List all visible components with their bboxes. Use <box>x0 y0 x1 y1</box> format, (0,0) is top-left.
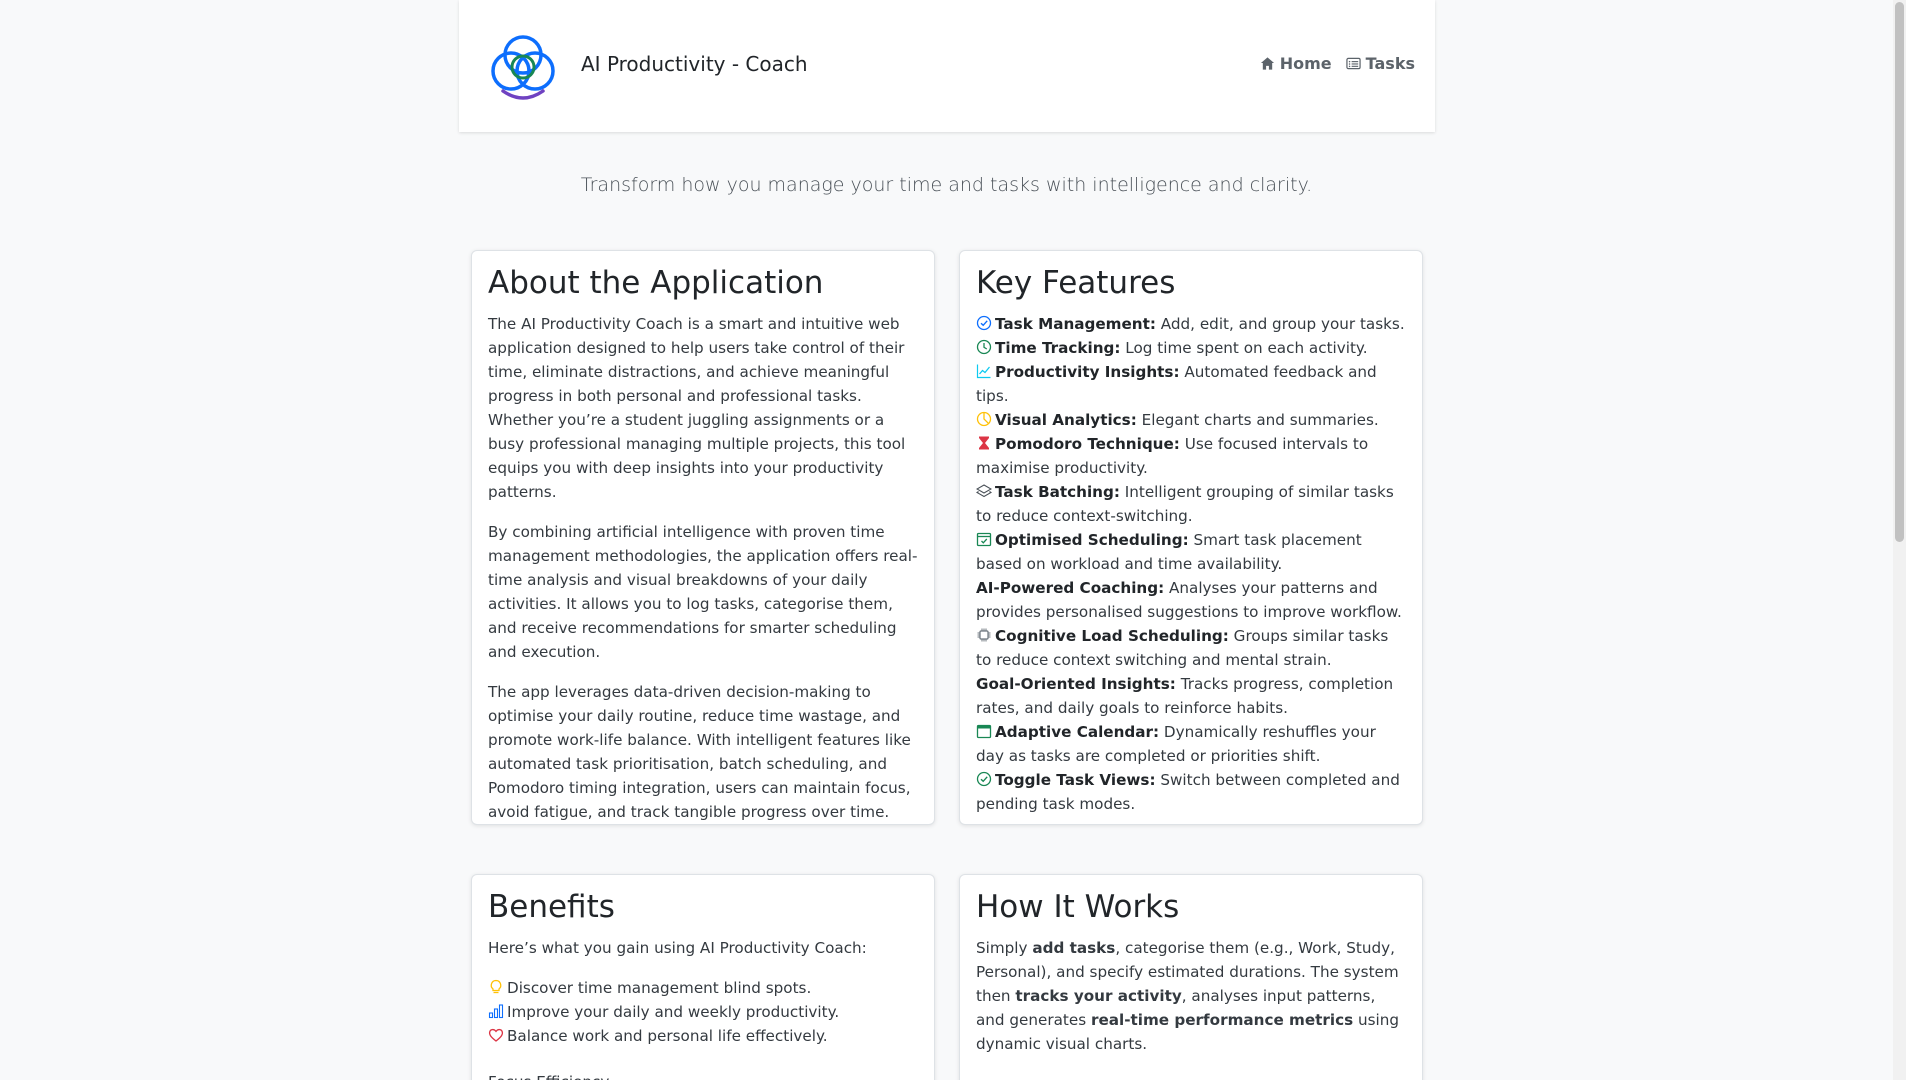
benefit-text: Discover time management blind spots. <box>507 979 812 998</box>
home-icon <box>1260 57 1274 70</box>
features-title: Key Features <box>976 265 1176 301</box>
feature-item: Productivity Insights: Automated feedbac… <box>976 360 1406 408</box>
feature-item: Pomodoro Technique: Use focused interval… <box>976 432 1406 480</box>
card-list-icon <box>1345 57 1361 70</box>
benefit-text: Improve your daily and weekly productivi… <box>507 1003 840 1022</box>
how-title: How It Works <box>976 889 1180 925</box>
benefits-next-heading: Focus Efficiency <box>488 1070 918 1080</box>
lightbulb-icon <box>490 980 502 994</box>
benefits-title: Benefits <box>488 889 615 925</box>
nav-tasks-label: Tasks <box>1365 54 1415 73</box>
feature-name: Time Tracking: <box>995 339 1121 358</box>
pie-chart-icon <box>976 412 992 427</box>
feature-desc: Log time spent on each activity. <box>1120 339 1368 358</box>
benefit-text: Balance work and personal life effective… <box>507 1027 828 1046</box>
calendar-check-icon <box>976 533 992 547</box>
feature-name: Cognitive Load Scheduling: <box>995 627 1229 646</box>
benefit-item: Balance work and personal life effective… <box>488 1024 918 1048</box>
features-card: Key Features Task Management: Add, edit,… <box>959 250 1423 825</box>
feature-item: Task Batching: Intelligent grouping of s… <box>976 480 1406 528</box>
feature-name: Visual Analytics: <box>995 411 1137 430</box>
about-paragraph: By combining artificial intelligence wit… <box>488 523 918 662</box>
clock-icon <box>976 340 992 355</box>
feature-item: Task Management: Add, edit, and group yo… <box>976 312 1406 336</box>
calendar-icon <box>976 725 992 739</box>
benefit-item: Discover time management blind spots. <box>488 976 918 1000</box>
heart-icon <box>488 1029 504 1043</box>
page-scrollbar[interactable] <box>1893 0 1906 1080</box>
feature-item: AI-Powered Coaching: Analyses your patte… <box>976 576 1406 624</box>
feature-name: Task Management: <box>995 315 1156 334</box>
feature-item: Toggle Task Views: Switch between comple… <box>976 768 1406 816</box>
feature-name: Optimised Scheduling: <box>995 531 1189 550</box>
feature-desc: Add, edit, and group your tasks. <box>1155 315 1405 334</box>
feature-name: Goal-Oriented Insights: <box>976 675 1176 694</box>
feature-name: AI-Powered Coaching: <box>976 579 1165 598</box>
feature-name: Pomodoro Technique: <box>995 435 1180 454</box>
about-title: About the Application <box>488 265 824 301</box>
how-text: Simply <box>976 939 1033 958</box>
feature-item: Visual Analytics: Elegant charts and sum… <box>976 408 1406 432</box>
cpu-icon <box>977 628 991 642</box>
features-list: Task Management: Add, edit, and group yo… <box>976 312 1406 816</box>
about-paragraph: The AI Productivity Coach is a smart and… <box>488 315 906 502</box>
nav-home-link[interactable]: Home <box>1260 54 1332 73</box>
navbar: AI Productivity - Coach Home Tasks <box>459 0 1435 132</box>
tagline: Transform how you manage your time and t… <box>580 174 1313 196</box>
benefits-intro: Here’s what you gain using AI Productivi… <box>488 939 867 958</box>
how-emphasis: tracks your activity <box>1015 987 1182 1006</box>
how-paragraph: Simply add tasks, categorise them (e.g.,… <box>976 936 1406 1056</box>
how-card: How It Works Simply add tasks, categoris… <box>959 874 1423 1080</box>
hourglass-icon <box>979 436 989 450</box>
about-card: About the Application The AI Productivit… <box>471 250 935 825</box>
nav-tasks-link[interactable]: Tasks <box>1345 54 1415 73</box>
how-emphasis: add tasks <box>1032 939 1116 958</box>
benefit-item: Improve your daily and weekly productivi… <box>488 1000 918 1024</box>
feature-item: Time Tracking: Log time spent on each ac… <box>976 336 1406 360</box>
brand-title[interactable]: AI Productivity - Coach <box>581 52 808 76</box>
feature-desc: Elegant charts and summaries. <box>1136 411 1379 430</box>
feature-name: Productivity Insights: <box>995 363 1180 382</box>
layers-icon <box>976 484 992 498</box>
scrollbar-thumb[interactable] <box>1895 2 1904 542</box>
feature-item: Goal-Oriented Insights: Tracks progress,… <box>976 672 1406 720</box>
benefits-list: Discover time management blind spots. Im… <box>488 976 918 1048</box>
nav-home-label: Home <box>1279 54 1332 73</box>
check-circle-icon <box>976 772 992 787</box>
brand-logo-icon[interactable] <box>487 31 559 103</box>
feature-item: Optimised Scheduling: Smart task placeme… <box>976 528 1406 576</box>
about-paragraph: The app leverages data-driven decision-m… <box>488 683 911 822</box>
graph-up-icon <box>976 364 991 379</box>
bar-chart-icon <box>488 1004 504 1019</box>
nav-links: Home Tasks <box>1260 54 1415 73</box>
feature-item: Adaptive Calendar: Dynamically reshuffle… <box>976 720 1406 768</box>
check-circle-icon <box>976 316 992 331</box>
feature-item: Cognitive Load Scheduling: Groups simila… <box>976 624 1406 672</box>
feature-name: Toggle Task Views: <box>995 771 1156 790</box>
benefits-card: Benefits Here’s what you gain using AI P… <box>471 874 935 1080</box>
how-emphasis: real-time performance metrics <box>1090 1011 1354 1030</box>
feature-name: Task Batching: <box>995 483 1120 502</box>
feature-name: Adaptive Calendar: <box>995 723 1160 742</box>
